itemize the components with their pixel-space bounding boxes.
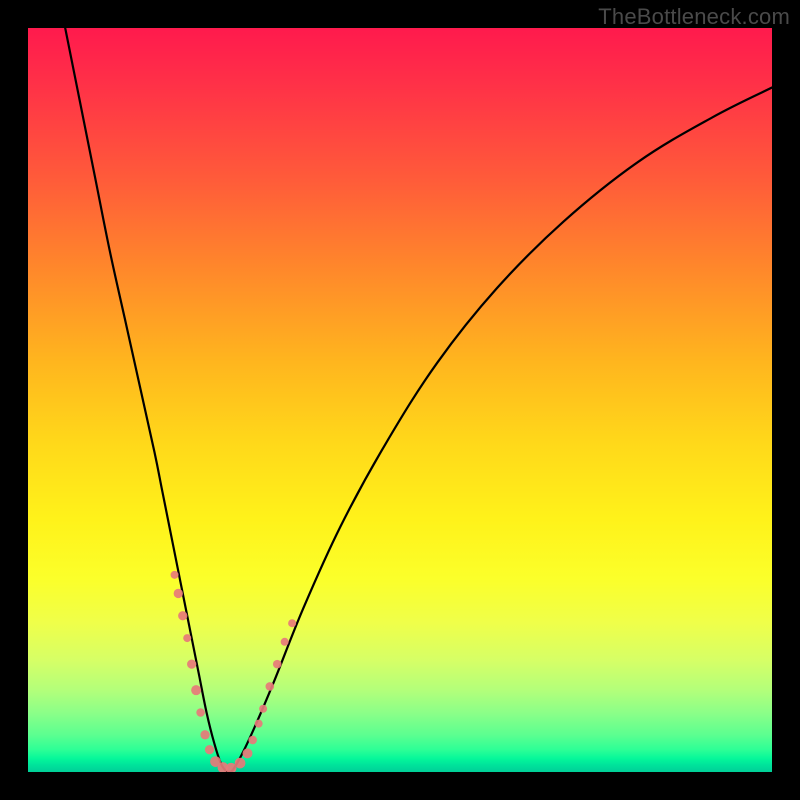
valley-dot	[288, 619, 296, 627]
valley-dot	[183, 634, 191, 642]
plot-area	[28, 28, 772, 772]
bottleneck-curve	[65, 28, 772, 772]
watermark-text: TheBottleneck.com	[598, 4, 790, 30]
valley-dot	[248, 736, 257, 745]
valley-dot	[171, 571, 179, 579]
valley-dot	[273, 660, 282, 669]
valley-dot	[178, 611, 187, 620]
valley-dot	[242, 748, 252, 758]
valley-dot	[255, 720, 263, 728]
valley-dot	[187, 659, 196, 668]
valley-dot	[205, 745, 214, 754]
chart-frame: TheBottleneck.com	[0, 0, 800, 800]
valley-dot	[174, 589, 183, 598]
valley-dot	[259, 705, 267, 713]
valley-dot	[281, 638, 289, 646]
valley-dot	[191, 685, 201, 695]
valley-dot	[196, 708, 205, 717]
valley-dot	[200, 730, 209, 739]
valley-dot	[266, 682, 275, 691]
curve-layer	[28, 28, 772, 772]
valley-dot	[235, 758, 246, 769]
